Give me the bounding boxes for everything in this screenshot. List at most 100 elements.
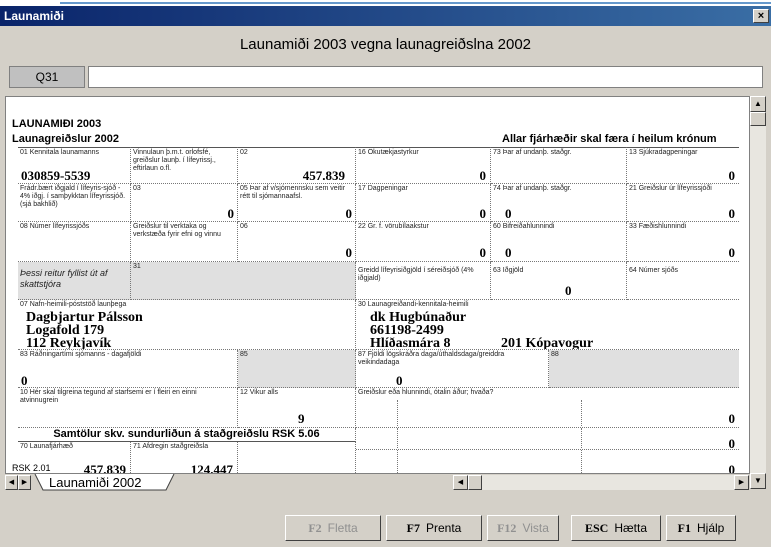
cell-71[interactable]: 71 Afdregin staðgreiðsla 124.447 (131, 442, 238, 474)
cell-02[interactable]: 02 457.839 (238, 147, 356, 184)
field-code: Q31 (9, 66, 85, 88)
value-60: 0 (505, 245, 512, 260)
label-63: 63 Iðgjöld (493, 267, 524, 274)
label-31: 31 (133, 263, 141, 270)
cell-30[interactable]: 30 Launagreiðandi-kennitala-heimili dk H… (356, 300, 739, 350)
cell-empty (238, 442, 356, 473)
cell-06[interactable]: 06 0 (238, 222, 356, 262)
horizontal-scrollbar[interactable]: ◀ ▶ (453, 475, 749, 490)
button-bar: F2 Fletta F7 Prenta F12 Vista ESC Hætta F1 Hj… (0, 510, 771, 547)
cell-idgjald: Greidd lífeyrisiðgjöld í séreiðsjóð (4% … (356, 262, 491, 300)
sheet-tabs: ◀ ▶ Launamiði 2002 ◀ ▶ (5, 474, 750, 491)
close-icon[interactable]: × (753, 9, 769, 23)
scroll-right-icon[interactable]: ▶ (734, 475, 749, 490)
label-05: 05 Þar af v/sjómennsku sem veitir rétt t… (240, 185, 346, 200)
form-title: LAUNAMIÐI 2003 (12, 118, 102, 130)
form-code: RSK 2.01 (12, 463, 51, 473)
cell-greidslur-hlunnindi[interactable]: Greiðslur eða hlunnindi, ótalin áður; hv… (356, 388, 739, 428)
value-21: 0 (728, 206, 736, 221)
vertical-scrollbar[interactable]: ▲ ▼ (750, 96, 766, 489)
label-06: 06 (240, 223, 248, 230)
scroll-up-icon[interactable]: ▲ (750, 96, 766, 112)
cell-13[interactable]: 13 Sjúkradagpeningar 0 (627, 147, 739, 184)
haetta-button[interactable]: ESC Hætta (571, 515, 661, 541)
cell-other-2[interactable]: 0 (356, 428, 739, 450)
value-71: 124.447 (190, 462, 233, 474)
cell-31: 31 (131, 262, 356, 300)
window-titlebar: Launamiði (0, 6, 771, 26)
sub-divider (581, 450, 582, 473)
value-33: 0 (728, 245, 736, 260)
label-88: 88 (551, 351, 559, 358)
cell-07[interactable]: 07 Nafn-heimili-póststöð launþega Dagbja… (18, 300, 356, 350)
value-other-1: 0 (728, 411, 736, 426)
value-06: 0 (345, 245, 353, 260)
prenta-button[interactable]: F7 Prenta (386, 515, 482, 541)
cell-88: 88 (549, 350, 739, 388)
value-other-3: 0 (728, 462, 736, 474)
value-other-2: 0 (728, 436, 736, 450)
cell-64[interactable]: 64 Númer sjóðs (627, 262, 739, 300)
cell-fradr: Frádr.bært iðgjald í lífeyris-sjóð - 4% … (18, 184, 131, 222)
cell-05[interactable]: 05 Þar af v/sjómennsku sem veitir rétt t… (238, 184, 356, 222)
cell-73[interactable]: 73 Þar af undanþ. staðgr. (491, 147, 627, 184)
top-accent-line (60, 2, 771, 4)
label-30: 30 Launagreiðandi-kennitala-heimili (358, 301, 469, 308)
tab-next-icon[interactable]: ▶ (18, 475, 31, 490)
cell-03[interactable]: 03 0 (131, 184, 238, 222)
scroll-down-icon[interactable]: ▼ (750, 473, 766, 489)
tab-launamidi-2002[interactable]: Launamiði 2002 (49, 475, 142, 490)
label-13: 13 Sjúkradagpeningar (629, 149, 698, 156)
label-74: 74 Þar af undanþ. staðgr. (493, 185, 572, 192)
employer-city: 201 Kópavogur (501, 336, 594, 350)
value-01: 030859-5539 (21, 168, 91, 183)
hjalp-label: Hjálp (696, 521, 725, 535)
cell-other-3[interactable]: 0 (356, 450, 739, 474)
value-17: 0 (479, 206, 487, 221)
cell-83[interactable]: 83 Ráðningartími sjómanns - dagafjöldi 0 (18, 350, 238, 388)
tab-prev-icon[interactable]: ◀ (5, 475, 18, 490)
scroll-thumb[interactable] (750, 112, 766, 126)
cell-01[interactable]: 01 Kennitala launamanns 030859-5539 (18, 147, 131, 184)
cell-87[interactable]: 87 Fjöldi lögskráðra daga/úthaldsdaga/gr… (356, 350, 549, 388)
value-22: 0 (479, 245, 487, 260)
haetta-key: ESC (584, 521, 609, 535)
label-87: 87 Fjöldi lögskráðra daga/úthaldsdaga/gr… (358, 351, 505, 366)
cell-63[interactable]: 63 Iðgjöld 0 (491, 262, 627, 300)
cell-08[interactable]: 08 Númer lífeyrissjóðs (18, 222, 131, 262)
cell-74[interactable]: 74 Þar af undanþ. staðgr. 0 (491, 184, 627, 222)
label-03: 03 (133, 185, 141, 192)
cell-16[interactable]: 16 Ökutækjastyrkur 0 (356, 147, 491, 184)
label-83: 83 Ráðningartími sjómanns - dagafjöldi (20, 351, 142, 358)
value-74: 0 (505, 206, 512, 221)
cell-21[interactable]: 21 Greiðslur úr lífeyrissjóði 0 (627, 184, 739, 222)
cell-12[interactable]: 12 Vikur alls 9 (238, 388, 356, 428)
cell-skattstjori: Þessi reitur fyllist út af skattstjóra (18, 262, 131, 300)
vista-button[interactable]: F12 Vista (487, 515, 559, 541)
fletta-label: Fletta (327, 521, 358, 535)
form-document[interactable]: LAUNAMIÐI 2003 Launagreiðslur 2002 Allar… (5, 96, 750, 474)
hscroll-thumb[interactable] (468, 475, 482, 490)
cell-10[interactable]: 10 Hér skal tilgreina tegund af starfsem… (18, 388, 238, 428)
cell-17[interactable]: 17 Dagpeningar 0 (356, 184, 491, 222)
value-63: 0 (565, 283, 572, 298)
value-03: 0 (227, 206, 235, 221)
cell-33[interactable]: 33 Fæðishlunnindi 0 (627, 222, 739, 262)
cell-60[interactable]: 60 Bifreiðahlunnindi 0 (491, 222, 627, 262)
cell-22[interactable]: 22 Gr. f. vörubílaakstur 0 (356, 222, 491, 262)
fletta-button[interactable]: F2 Fletta (285, 515, 381, 541)
hjalp-button[interactable]: F1 Hjálp (666, 515, 736, 541)
value-16: 0 (479, 168, 487, 183)
field-input[interactable] (88, 66, 763, 88)
label-64: 64 Númer sjóðs (629, 267, 679, 274)
sub-divider (397, 400, 398, 427)
label-10: 10 Hér skal tilgreina tegund af starfsem… (20, 389, 197, 404)
label-fradr: Frádr.bært iðgjald í lífeyris-sjóð - 4% … (20, 185, 126, 208)
cell-greidslur: Greiðslur til verktaka og verkstæða fyri… (131, 222, 238, 262)
summary-title: Samtölur skv. sundurliðun á staðgreiðslu… (53, 428, 320, 440)
page-title: Launamiði 2003 vegna launagreiðslna 2002 (239, 36, 532, 53)
label-17: 17 Dagpeningar (358, 185, 408, 192)
label-21: 21 Greiðslur úr lífeyrissjóði (629, 185, 712, 192)
label-08: 08 Númer lífeyrissjóðs (20, 223, 90, 230)
scroll-left-icon[interactable]: ◀ (453, 475, 468, 490)
